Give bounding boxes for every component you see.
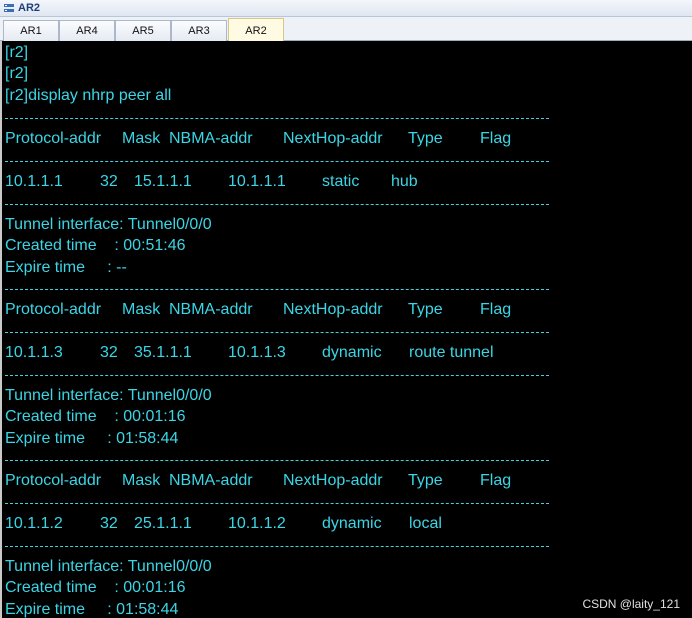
command-line: [r2]display nhrp peer all [5,87,172,104]
separator-line [5,460,549,461]
peer-type: dynamic [322,344,382,361]
header-mask: Mask [122,130,161,147]
peer-mask: 32 [100,173,118,190]
peer-mask: 32 [100,515,118,532]
header-flag: Flag [480,130,512,147]
tab-ar2[interactable]: AR2 [228,18,284,42]
header-type: Type [408,301,443,318]
header-protocol: Protocol-addr [5,301,102,318]
tunnel-interface-line: Tunnel interface: Tunnel0/0/0 [5,387,212,404]
csdn-watermark: CSDN @laity_121 [582,597,680,611]
peer-mask: 32 [100,344,118,361]
separator-line [5,204,549,205]
terminal-console[interactable]: [r2] [r2] [r2]display nhrp peer all Prot… [0,41,692,618]
separator-line [5,332,549,333]
tab-ar4[interactable]: AR4 [59,20,115,41]
separator-line [5,161,549,162]
header-nexthop: NextHop-addr [283,301,383,318]
peer-nexthop-addr: 10.1.1.2 [228,515,286,532]
separator-line [5,289,549,290]
created-time-line: Created time : 00:01:16 [5,408,186,425]
header-nbma: NBMA-addr [169,130,253,147]
header-flag: Flag [480,472,512,489]
tab-ar5[interactable]: AR5 [115,20,171,41]
separator-line [5,546,549,547]
peer-protocol-addr: 10.1.1.2 [5,515,63,532]
peer-nbma-addr: 25.1.1.1 [134,515,192,532]
separator-line [5,503,549,504]
tab-ar3[interactable]: AR3 [171,20,227,41]
window-titlebar: AR2 [0,0,692,17]
header-flag: Flag [480,301,512,318]
prompt-line: [r2] [5,44,29,61]
peer-flag: local [409,515,442,532]
tunnel-interface-line: Tunnel interface: Tunnel0/0/0 [5,216,212,233]
peer-nexthop-addr: 10.1.1.3 [228,344,286,361]
expire-time-line: Expire time : 01:58:44 [5,601,179,618]
header-mask: Mask [122,472,161,489]
header-protocol: Protocol-addr [5,472,102,489]
header-mask: Mask [122,301,161,318]
separator-line [5,118,549,119]
expire-time-line: Expire time : 01:58:44 [5,430,179,447]
separator-line [5,375,549,376]
header-protocol: Protocol-addr [5,130,102,147]
header-nexthop: NextHop-addr [283,472,383,489]
peer-protocol-addr: 10.1.1.3 [5,344,63,361]
terminal-left-border [0,41,2,618]
header-nbma: NBMA-addr [169,301,253,318]
expire-time-line: Expire time : -- [5,259,127,276]
peer-flag: hub [391,173,418,190]
peer-type: dynamic [322,515,382,532]
peer-protocol-addr: 10.1.1.1 [5,173,63,190]
header-type: Type [408,130,443,147]
created-time-line: Created time : 00:01:16 [5,579,186,596]
peer-nbma-addr: 35.1.1.1 [134,344,192,361]
peer-nbma-addr: 15.1.1.1 [134,173,192,190]
peer-nexthop-addr: 10.1.1.1 [228,173,286,190]
router-app-icon [4,4,14,12]
created-time-line: Created time : 00:51:46 [5,237,186,254]
header-nexthop: NextHop-addr [283,130,383,147]
prompt-line: [r2] [5,65,29,82]
header-type: Type [408,472,443,489]
device-tab-bar: AR1 AR4 AR5 AR3 AR2 [0,17,692,42]
tunnel-interface-line: Tunnel interface: Tunnel0/0/0 [5,558,212,575]
tab-ar1[interactable]: AR1 [3,20,59,41]
peer-type: static [322,173,360,190]
header-nbma: NBMA-addr [169,472,253,489]
window-title: AR2 [18,2,41,14]
peer-flag: route tunnel [409,344,494,361]
